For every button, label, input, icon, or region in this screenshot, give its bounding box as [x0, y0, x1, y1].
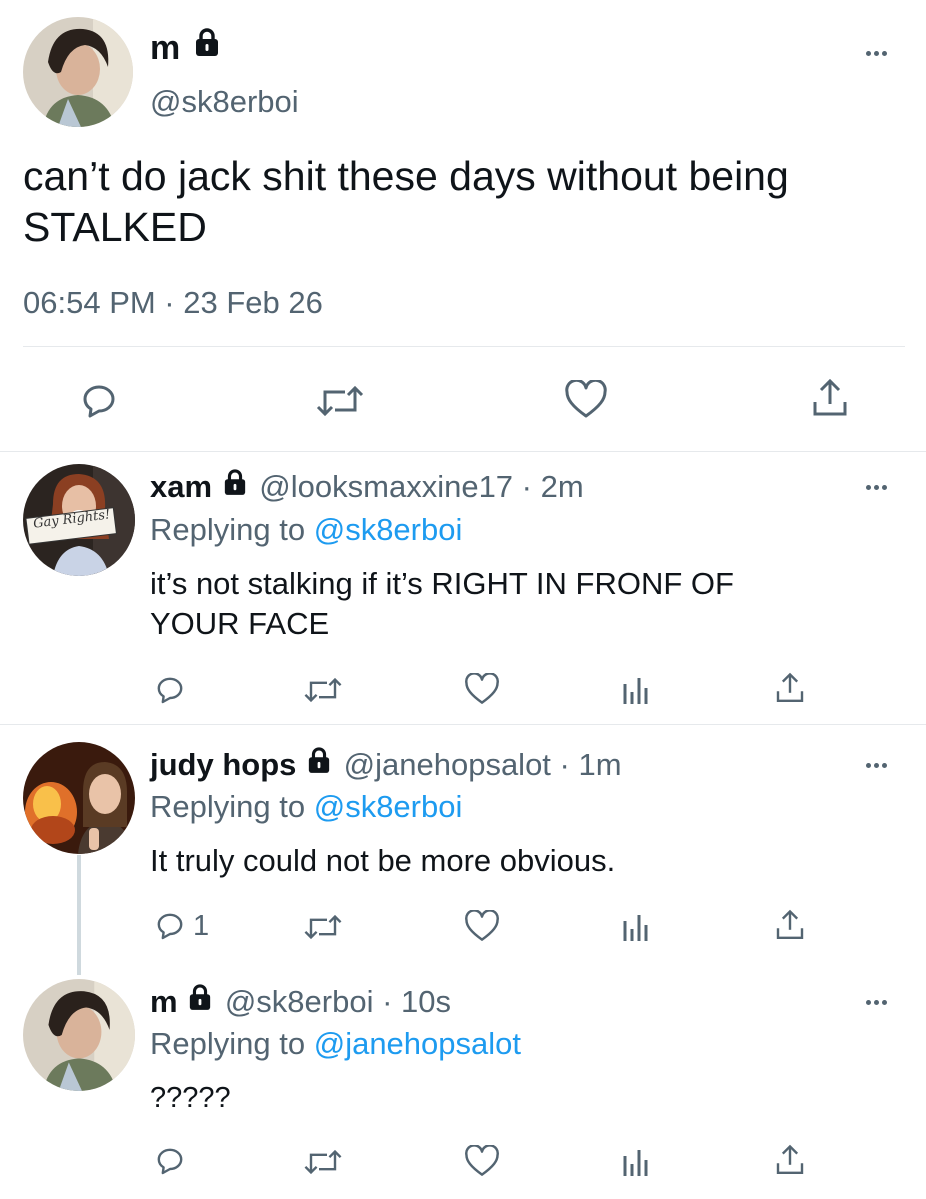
timestamp[interactable]: 06:54 PM · 23 Feb 26: [23, 285, 323, 321]
more-icon[interactable]: [866, 1000, 887, 1005]
lock-icon: [188, 982, 212, 1020]
reply-text-line: It truly could not be more obvious.: [150, 843, 616, 878]
more-icon[interactable]: [866, 51, 887, 56]
handle[interactable]: @sk8erboi: [150, 84, 299, 120]
display-name[interactable]: m: [150, 984, 178, 1019]
divider: [0, 724, 926, 725]
reply-text-line: it’s not stalking if it’s RIGHT IN FRONF…: [150, 566, 734, 601]
replying-handle[interactable]: @sk8erboi: [314, 789, 463, 824]
like-icon[interactable]: [464, 1145, 500, 1178]
share-icon[interactable]: [774, 1144, 806, 1176]
like-icon[interactable]: [464, 910, 500, 943]
replying-label: Replying to: [150, 789, 306, 824]
analytics-icon[interactable]: [621, 674, 651, 706]
share-icon[interactable]: [774, 672, 806, 704]
replying-handle[interactable]: @janehopsalot: [314, 1026, 521, 1061]
tweet-text-line: can’t do jack shit these days without be…: [23, 153, 789, 199]
display-name[interactable]: xam: [150, 469, 212, 504]
handle-time[interactable]: @janehopsalot · 1m: [344, 747, 622, 782]
reply-text-line: YOUR FACE: [150, 606, 330, 641]
reply-icon[interactable]: [154, 674, 186, 706]
avatar[interactable]: [23, 979, 135, 1091]
divider: [23, 346, 905, 347]
like-icon[interactable]: [564, 380, 608, 420]
reply-icon[interactable]: [154, 910, 186, 942]
retweet-icon[interactable]: [303, 1148, 343, 1176]
retweet-icon[interactable]: [315, 384, 365, 418]
like-icon[interactable]: [464, 673, 500, 706]
replying-handle[interactable]: @sk8erboi: [314, 512, 463, 547]
replying-label: Replying to: [150, 1026, 306, 1061]
retweet-icon[interactable]: [303, 676, 343, 704]
thread-line: [77, 855, 81, 975]
analytics-icon[interactable]: [621, 1146, 651, 1178]
handle-time[interactable]: @sk8erboi · 10s: [225, 984, 451, 1019]
divider: [0, 451, 926, 452]
retweet-icon[interactable]: [303, 913, 343, 941]
replying-label: Replying to: [150, 512, 306, 547]
lock-icon: [194, 26, 220, 66]
lock-icon: [223, 467, 247, 505]
more-icon[interactable]: [866, 763, 887, 768]
reply-text-line: ?????: [150, 1082, 231, 1114]
more-icon[interactable]: [866, 485, 887, 490]
display-name[interactable]: judy hops: [150, 747, 296, 782]
handle-time[interactable]: @looksmaxxine17 · 2m: [259, 469, 583, 504]
share-icon[interactable]: [810, 378, 850, 418]
share-icon[interactable]: [774, 909, 806, 941]
reply-count: 1: [193, 910, 210, 942]
tweet-text-line: STALKED: [23, 204, 207, 250]
reply-icon[interactable]: [79, 381, 119, 421]
avatar[interactable]: [23, 17, 133, 127]
display-name[interactable]: m: [150, 29, 180, 67]
avatar[interactable]: Gay Rights!: [23, 464, 135, 576]
analytics-icon[interactable]: [621, 911, 651, 943]
lock-icon: [307, 745, 331, 783]
reply-icon[interactable]: [154, 1145, 186, 1177]
avatar[interactable]: [23, 742, 135, 854]
